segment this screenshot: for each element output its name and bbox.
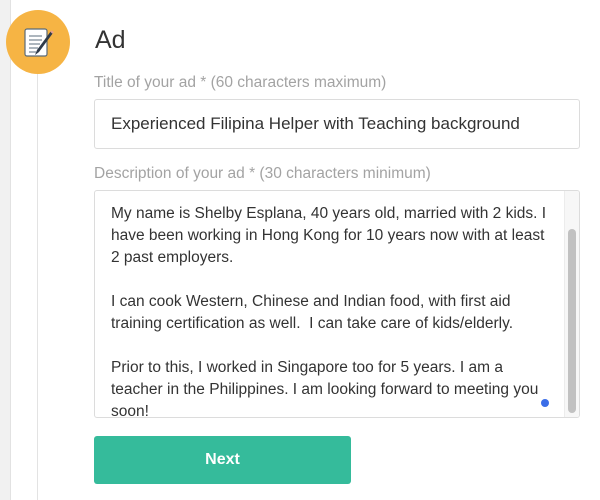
ad-description-textarea[interactable]: My name is Shelby Esplana, 40 years old,… bbox=[94, 190, 580, 418]
ad-description-label: Description of your ad * (30 characters … bbox=[94, 165, 431, 182]
step-timeline-line bbox=[37, 60, 38, 500]
notepad-pencil-icon bbox=[24, 28, 54, 57]
description-scrollbar[interactable] bbox=[564, 191, 579, 417]
left-panel-edge bbox=[0, 0, 11, 500]
description-scrollbar-thumb[interactable] bbox=[568, 229, 576, 413]
ad-title-input[interactable] bbox=[94, 99, 580, 149]
section-title: Ad bbox=[95, 26, 126, 54]
ad-title-label: Title of your ad * (60 characters maximu… bbox=[94, 74, 387, 91]
text-cursor-indicator bbox=[541, 399, 549, 407]
next-button[interactable]: Next bbox=[94, 436, 351, 484]
ad-description-text[interactable]: My name is Shelby Esplana, 40 years old,… bbox=[111, 203, 551, 417]
step-badge bbox=[6, 10, 70, 74]
